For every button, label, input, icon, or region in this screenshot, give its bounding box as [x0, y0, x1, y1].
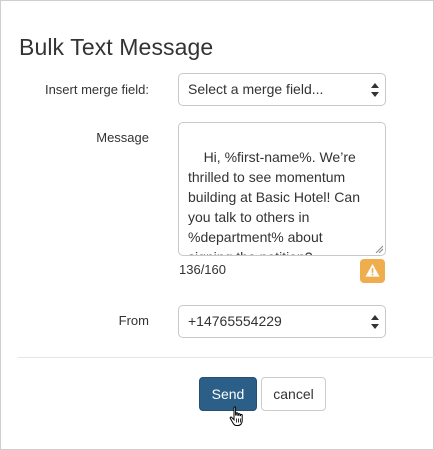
message-textarea[interactable]: Hi, %first-name%. We’re thrilled to see … — [178, 122, 386, 256]
hand-pointer-icon — [229, 406, 243, 426]
from-select-value: +14765554229 — [188, 313, 282, 329]
dialog-title: Bulk Text Message — [19, 34, 214, 60]
from-select[interactable]: +14765554229 — [178, 305, 386, 338]
send-button[interactable]: Send — [199, 377, 257, 411]
warning-badge[interactable] — [360, 259, 385, 283]
character-counter: 136/160 — [179, 262, 226, 277]
cancel-button[interactable]: cancel — [261, 377, 326, 411]
from-label: From — [118, 313, 149, 328]
merge-field-label: Insert merge field: — [44, 82, 149, 97]
merge-field-select[interactable]: Select a merge field... — [178, 73, 386, 106]
warning-triangle-icon — [365, 263, 380, 277]
message-text: Hi, %first-name%. We’re thrilled to see … — [188, 149, 360, 255]
select-arrows-icon — [371, 83, 379, 97]
message-label: Message — [96, 130, 149, 145]
select-arrows-icon — [371, 315, 379, 329]
footer-divider — [18, 357, 434, 358]
bulk-text-dialog: Bulk Text Message Insert merge field: Se… — [0, 0, 434, 450]
merge-field-select-value: Select a merge field... — [188, 81, 324, 97]
resize-grip-icon[interactable] — [375, 245, 383, 253]
